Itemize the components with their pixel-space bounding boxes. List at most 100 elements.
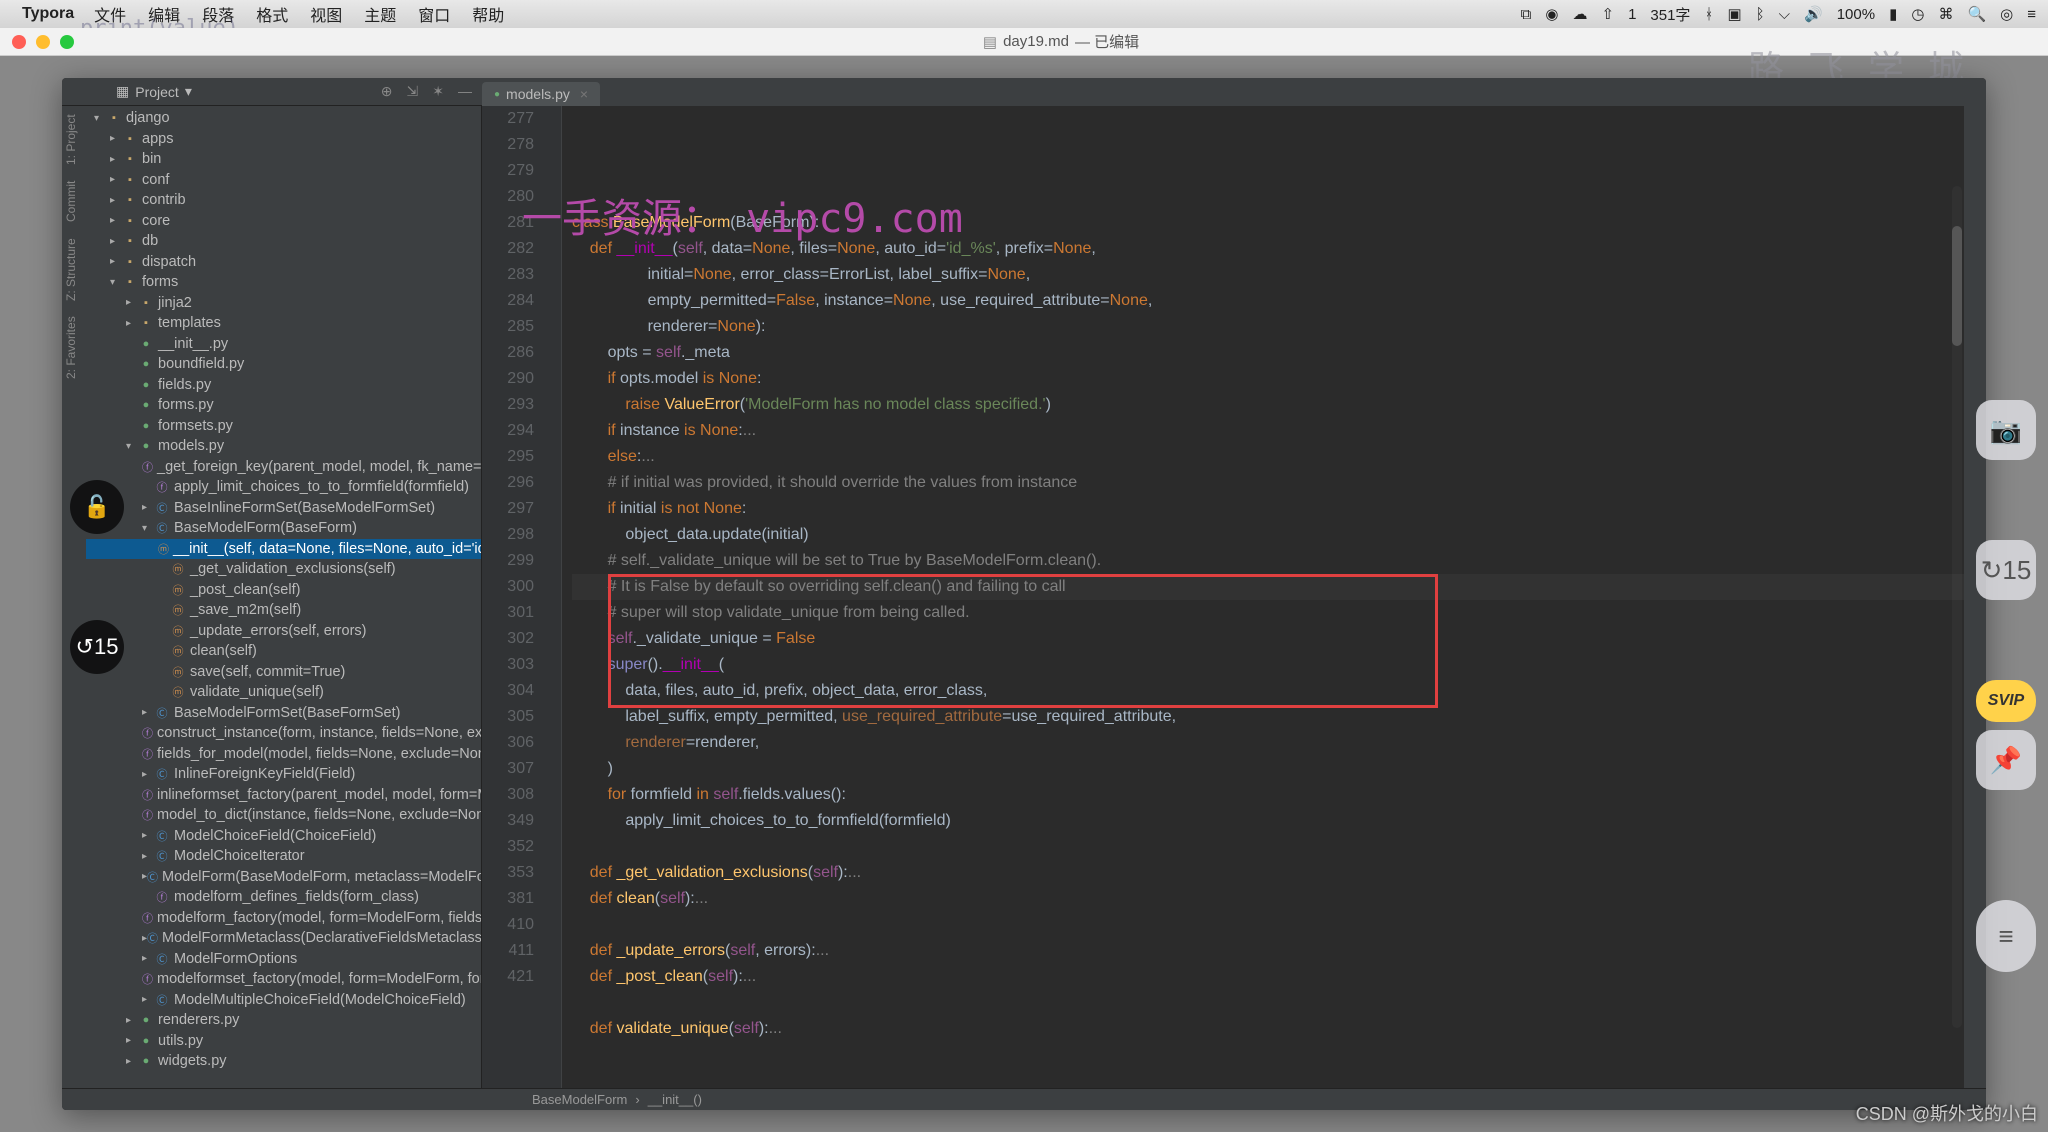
tree-item[interactable]: ⒸModelChoiceField(ChoiceField): [86, 826, 481, 847]
chevron-right-icon[interactable]: [110, 133, 122, 144]
locate-icon[interactable]: ⊕: [381, 83, 393, 100]
tree-item[interactable]: ⒸModelChoiceIterator: [86, 846, 481, 867]
code-line[interactable]: # if initial was provided, it should ove…: [572, 470, 1964, 496]
tree-item[interactable]: ●fields.py: [86, 375, 481, 396]
volume-icon[interactable]: 🔊: [1804, 5, 1823, 23]
close-tab-icon[interactable]: ×: [580, 86, 588, 102]
battery-icon[interactable]: ▮: [1889, 5, 1897, 23]
breadcrumb-class[interactable]: BaseModelForm: [532, 1092, 627, 1107]
code-line[interactable]: raise ValueError('ModelForm has no model…: [572, 392, 1964, 418]
notification-icon[interactable]: ≡: [2027, 6, 2036, 23]
tree-item[interactable]: ⓕmodel_to_dict(instance, fields=None, ex…: [86, 805, 481, 826]
code-line[interactable]: empty_permitted=False, instance=None, us…: [572, 288, 1964, 314]
tree-item[interactable]: ⒸBaseModelFormSet(BaseFormSet): [86, 703, 481, 724]
tree-item[interactable]: ●widgets.py: [86, 1051, 481, 1072]
spotlight-icon[interactable]: 🔍: [1967, 5, 1986, 23]
ime-badge[interactable]: 1: [1628, 6, 1636, 23]
code-line[interactable]: class BaseModelForm(BaseForm):: [572, 210, 1964, 236]
screenrec-icon[interactable]: ⧉: [1521, 6, 1532, 23]
chevron-down-icon[interactable]: [94, 113, 106, 124]
code-line[interactable]: self._validate_unique = False: [572, 626, 1964, 652]
code-line[interactable]: if initial is not None:: [572, 496, 1964, 522]
tree-item[interactable]: ●boundfield.py: [86, 354, 481, 375]
clock-icon[interactable]: ◷: [1911, 5, 1924, 23]
code-line[interactable]: def _post_clean(self):...: [572, 964, 1964, 990]
chevron-right-icon[interactable]: [110, 236, 122, 247]
code-line[interactable]: [572, 1042, 1964, 1068]
expand-icon[interactable]: ⇲: [407, 83, 419, 100]
code-line[interactable]: def _get_validation_exclusions(self):...: [572, 860, 1964, 886]
code-line[interactable]: [572, 184, 1964, 210]
tree-item[interactable]: ⒸInlineForeignKeyField(Field): [86, 764, 481, 785]
code-line[interactable]: # self._validate_unique will be set to T…: [572, 548, 1964, 574]
tree-item[interactable]: ▪contrib: [86, 190, 481, 211]
code-line[interactable]: data, files, auto_id, prefix, object_dat…: [572, 678, 1964, 704]
menu-theme[interactable]: 主题: [364, 2, 396, 26]
code-line[interactable]: initial=None, error_class=ErrorList, lab…: [572, 262, 1964, 288]
menu-help[interactable]: 帮助: [472, 2, 504, 26]
tree-item[interactable]: ⒸModelMultipleChoiceField(ModelChoiceFie…: [86, 990, 481, 1011]
code-line[interactable]: object_data.update(initial): [572, 522, 1964, 548]
fold-column[interactable]: [546, 106, 562, 1088]
tree-item[interactable]: ⓕapply_limit_choices_to_to_formfield(for…: [86, 477, 481, 498]
menu-view[interactable]: 视图: [310, 2, 342, 26]
project-tool-label[interactable]: ▦ Project ▾: [116, 83, 192, 100]
tree-item[interactable]: ⓜ_update_errors(self, errors): [86, 621, 481, 642]
chevron-right-icon[interactable]: [142, 851, 154, 862]
code-line[interactable]: [572, 834, 1964, 860]
hide-icon[interactable]: —: [458, 83, 472, 100]
code-line[interactable]: apply_limit_choices_to_to_formfield(form…: [572, 808, 1964, 834]
tree-item[interactable]: ⓕconstruct_instance(form, instance, fiel…: [86, 723, 481, 744]
chevron-right-icon[interactable]: [142, 953, 154, 964]
tree-item[interactable]: ⓜ_get_validation_exclusions(self): [86, 559, 481, 580]
tree-item[interactable]: ▪core: [86, 211, 481, 232]
tree-item[interactable]: ●utils.py: [86, 1031, 481, 1052]
tree-item[interactable]: ▪bin: [86, 149, 481, 170]
tree-item[interactable]: ⓕmodelformset_factory(model, form=ModelF…: [86, 969, 481, 990]
tree-item[interactable]: ⒸBaseInlineFormSet(BaseModelFormSet): [86, 498, 481, 519]
bt-icon[interactable]: ᚼ: [1704, 6, 1713, 23]
upload-icon[interactable]: ⇧: [1601, 5, 1614, 23]
tree-item[interactable]: ⓕinlineformset_factory(parent_model, mod…: [86, 785, 481, 806]
svip-badge[interactable]: SVIP: [1976, 680, 2036, 722]
fastswitch-icon[interactable]: ⌘: [1938, 5, 1953, 23]
project-tree[interactable]: ▪django▪apps▪bin▪conf▪contrib▪core▪db▪di…: [86, 106, 482, 1088]
editor-scrollbar[interactable]: [1952, 186, 1962, 1028]
code-line[interactable]: label_suffix, empty_permitted, use_requi…: [572, 704, 1964, 730]
cloud-icon[interactable]: ☁: [1572, 5, 1587, 23]
chevron-right-icon[interactable]: [142, 769, 154, 780]
wifi-icon[interactable]: ⌵: [1779, 6, 1790, 23]
rewind-15-button[interactable]: ↺15: [70, 620, 124, 674]
tree-item[interactable]: ●formsets.py: [86, 416, 481, 437]
chevron-right-icon[interactable]: [142, 502, 154, 513]
chevron-right-icon[interactable]: [110, 195, 122, 206]
tree-item[interactable]: ⓜ_post_clean(self): [86, 580, 481, 601]
tree-item[interactable]: ▪templates: [86, 313, 481, 334]
code-line[interactable]: def _update_errors(self, errors):...: [572, 938, 1964, 964]
tree-item[interactable]: ⒸModelFormMetaclass(DeclarativeFieldsMet…: [86, 928, 481, 949]
code-line[interactable]: opts = self._meta: [572, 340, 1964, 366]
tree-item[interactable]: ⓜclean(self): [86, 641, 481, 662]
window-close-button[interactable]: [12, 35, 26, 49]
vpn-icon[interactable]: ▣: [1727, 5, 1741, 23]
tree-item[interactable]: ⒸModelForm(BaseModelForm, metaclass=Mode…: [86, 867, 481, 888]
tree-item[interactable]: ⓕmodelform_factory(model, form=ModelForm…: [86, 908, 481, 929]
tree-item[interactable]: ⒸModelFormOptions: [86, 949, 481, 970]
tree-item[interactable]: ⓕ_get_foreign_key(parent_model, model, f…: [86, 457, 481, 478]
tree-item[interactable]: ⓜ__init__(self, data=None, files=None, a…: [86, 539, 481, 560]
chevron-right-icon[interactable]: [126, 1015, 138, 1026]
menu-format[interactable]: 格式: [256, 2, 288, 26]
tree-item[interactable]: ⒸBaseModelForm(BaseForm): [86, 518, 481, 539]
code-line[interactable]: renderer=renderer,: [572, 730, 1964, 756]
tree-item[interactable]: ⓜvalidate_unique(self): [86, 682, 481, 703]
code-line[interactable]: # It is False by default so overriding s…: [572, 574, 1964, 600]
rail-favorites[interactable]: 2: Favorites: [64, 317, 84, 380]
menu-window[interactable]: 窗口: [418, 2, 450, 26]
tree-item[interactable]: ●renderers.py: [86, 1010, 481, 1031]
forward-15-button[interactable]: ↻15: [1976, 540, 2036, 600]
code-editor[interactable]: 2772782792802812822832842852862902932942…: [482, 106, 1964, 1088]
tree-item[interactable]: ▪forms: [86, 272, 481, 293]
tree-item[interactable]: ●__init__.py: [86, 334, 481, 355]
rail-commit[interactable]: Commit: [64, 181, 84, 222]
tree-item[interactable]: ▪django: [86, 108, 481, 129]
